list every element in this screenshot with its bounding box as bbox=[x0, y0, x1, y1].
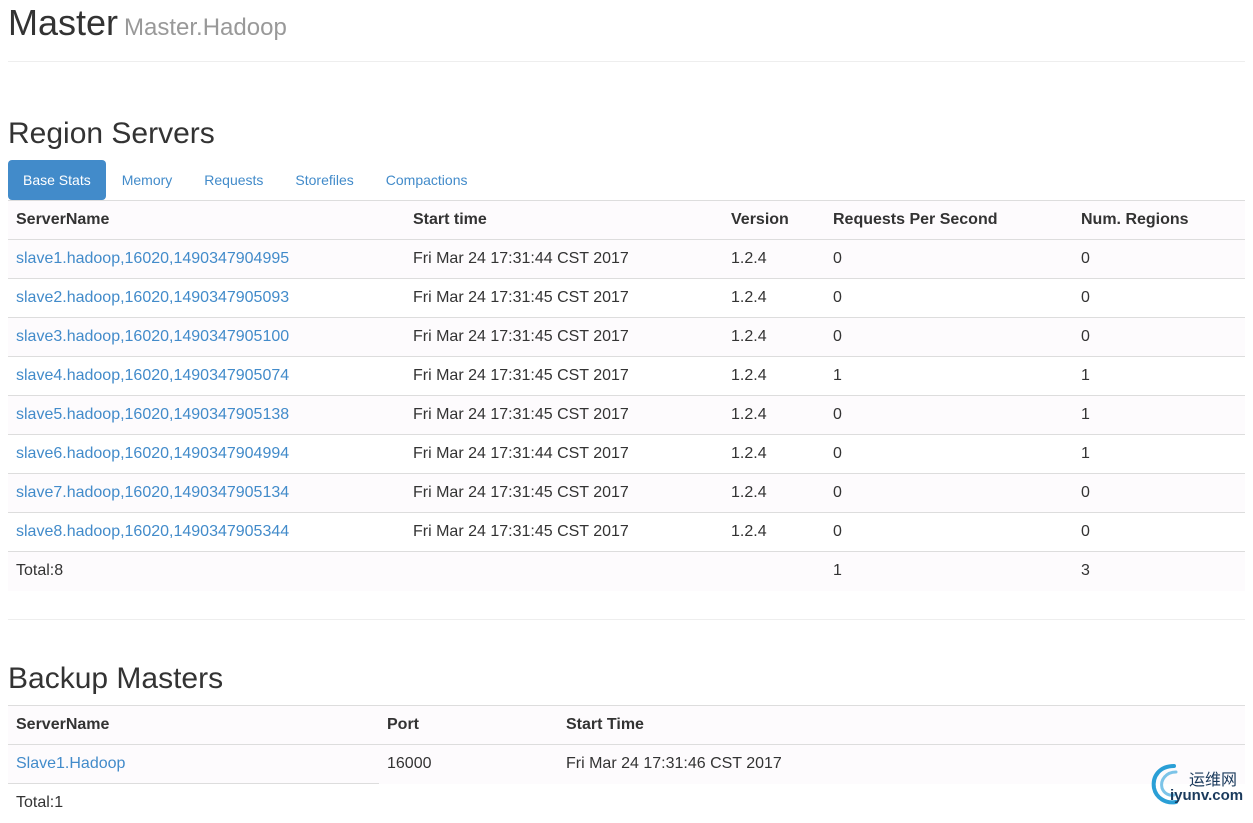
server-link[interactable]: slave1.hadoop,16020,1490347904995 bbox=[16, 250, 289, 267]
cell-num-regions: 0 bbox=[1073, 278, 1245, 318]
server-link[interactable]: slave5.hadoop,16020,1490347905138 bbox=[16, 406, 289, 423]
column-header-start-time: Start time bbox=[405, 200, 723, 240]
cell-servername: slave7.hadoop,16020,1490347905134 bbox=[8, 473, 405, 513]
page-title: Master Master.Hadoop bbox=[8, 2, 287, 49]
table-row: slave6.hadoop,16020,1490347904994 Fri Ma… bbox=[8, 434, 1245, 474]
column-header-servername: ServerName bbox=[8, 200, 405, 240]
table-row: slave8.hadoop,16020,1490347905344 Fri Ma… bbox=[8, 512, 1245, 552]
cell-requests-per-second: 0 bbox=[825, 395, 1073, 435]
tab-base-stats[interactable]: Base Stats bbox=[8, 160, 106, 200]
cell-servername: Slave1.Hadoop bbox=[8, 744, 379, 784]
server-link[interactable]: slave6.hadoop,16020,1490347904994 bbox=[16, 445, 289, 462]
cell-servername: slave8.hadoop,16020,1490347905344 bbox=[8, 512, 405, 552]
backup-masters-table: ServerName Port Start Time Slave1.Hadoop… bbox=[8, 705, 1245, 823]
column-header-port: Port bbox=[379, 705, 558, 745]
cell-servername: slave1.hadoop,16020,1490347904995 bbox=[8, 239, 405, 279]
cell-port: 16000 bbox=[379, 744, 558, 784]
cell-empty bbox=[379, 784, 558, 823]
cell-num-regions: 1 bbox=[1073, 434, 1245, 474]
region-servers-title: Region Servers bbox=[8, 117, 215, 150]
cell-num-regions: 0 bbox=[1073, 512, 1245, 552]
server-link[interactable]: slave7.hadoop,16020,1490347905134 bbox=[16, 484, 289, 501]
region-servers-table: ServerName Start time Version Requests P… bbox=[8, 200, 1245, 591]
cell-num-regions: 1 bbox=[1073, 395, 1245, 435]
table-header-row: ServerName Start time Version Requests P… bbox=[8, 200, 1245, 240]
cell-servername: slave4.hadoop,16020,1490347905074 bbox=[8, 356, 405, 396]
cell-start-time: Fri Mar 24 17:31:45 CST 2017 bbox=[405, 395, 723, 435]
section-divider bbox=[8, 619, 1245, 620]
master-title: Master bbox=[8, 2, 119, 43]
table-row: slave2.hadoop,16020,1490347905093 Fri Ma… bbox=[8, 278, 1245, 318]
cell-version: 1.2.4 bbox=[723, 434, 825, 474]
cell-empty bbox=[558, 784, 1245, 823]
cell-version: 1.2.4 bbox=[723, 512, 825, 552]
table-row: Slave1.Hadoop 16000 Fri Mar 24 17:31:46 … bbox=[8, 744, 1245, 784]
server-link[interactable]: slave3.hadoop,16020,1490347905100 bbox=[16, 328, 289, 345]
cell-version: 1.2.4 bbox=[723, 239, 825, 279]
cell-start-time: Fri Mar 24 17:31:45 CST 2017 bbox=[405, 278, 723, 318]
page-container: Master Master.Hadoop Region Servers Base … bbox=[8, 0, 1245, 823]
cell-num-regions: 1 bbox=[1073, 356, 1245, 396]
server-link[interactable]: slave8.hadoop,16020,1490347905344 bbox=[16, 523, 289, 540]
cell-servername: slave5.hadoop,16020,1490347905138 bbox=[8, 395, 405, 435]
cell-requests-per-second: 0 bbox=[825, 317, 1073, 357]
master-hostname: Master.Hadoop bbox=[124, 14, 287, 41]
table-header-row: ServerName Port Start Time bbox=[8, 705, 1245, 745]
cell-version: 1.2.4 bbox=[723, 395, 825, 435]
backup-masters-title: Backup Masters bbox=[8, 662, 224, 695]
cell-version: 1.2.4 bbox=[723, 317, 825, 357]
cell-version: 1.2.4 bbox=[723, 356, 825, 396]
cell-total-label: Total:1 bbox=[8, 783, 379, 823]
cell-requests-per-second: 0 bbox=[825, 473, 1073, 513]
cell-num-regions: 0 bbox=[1073, 473, 1245, 513]
cell-start-time: Fri Mar 24 17:31:44 CST 2017 bbox=[405, 239, 723, 279]
cell-servername: slave6.hadoop,16020,1490347904994 bbox=[8, 434, 405, 474]
cell-start-time: Fri Mar 24 17:31:45 CST 2017 bbox=[405, 473, 723, 513]
cell-start-time: Fri Mar 24 17:31:44 CST 2017 bbox=[405, 434, 723, 474]
watermark-logo: 运维网 iyunv.com bbox=[1148, 762, 1253, 810]
column-header-version: Version bbox=[723, 200, 825, 240]
table-row: slave5.hadoop,16020,1490347905138 Fri Ma… bbox=[8, 395, 1245, 435]
cell-start-time: Fri Mar 24 17:31:45 CST 2017 bbox=[405, 317, 723, 357]
cell-requests-per-second: 0 bbox=[825, 512, 1073, 552]
tab-compactions[interactable]: Compactions bbox=[370, 160, 484, 200]
cell-servername: slave2.hadoop,16020,1490347905093 bbox=[8, 278, 405, 318]
cell-num-regions: 0 bbox=[1073, 239, 1245, 279]
server-link[interactable]: slave2.hadoop,16020,1490347905093 bbox=[16, 289, 289, 306]
tab-requests[interactable]: Requests bbox=[188, 160, 279, 200]
page-header: Master Master.Hadoop bbox=[8, 0, 1245, 62]
table-row: slave4.hadoop,16020,1490347905074 Fri Ma… bbox=[8, 356, 1245, 396]
cell-version: 1.2.4 bbox=[723, 473, 825, 513]
cell-version: 1.2.4 bbox=[723, 278, 825, 318]
cell-total-label: Total:8 bbox=[8, 551, 405, 591]
cell-empty bbox=[723, 551, 825, 591]
column-header-servername: ServerName bbox=[8, 705, 379, 745]
cell-total-requests: 1 bbox=[825, 551, 1073, 591]
cell-start-time: Fri Mar 24 17:31:46 CST 2017 bbox=[558, 744, 1245, 784]
cell-requests-per-second: 0 bbox=[825, 434, 1073, 474]
column-header-start-time: Start Time bbox=[558, 705, 1245, 745]
tab-storefiles[interactable]: Storefiles bbox=[279, 160, 369, 200]
cell-num-regions: 0 bbox=[1073, 317, 1245, 357]
table-total-row: Total:1 bbox=[8, 783, 1245, 823]
cell-requests-per-second: 0 bbox=[825, 278, 1073, 318]
watermark-en-text: iyunv.com bbox=[1170, 787, 1244, 804]
table-row: slave1.hadoop,16020,1490347904995 Fri Ma… bbox=[8, 239, 1245, 279]
column-header-requests-per-second: Requests Per Second bbox=[825, 200, 1073, 240]
table-row: slave7.hadoop,16020,1490347905134 Fri Ma… bbox=[8, 473, 1245, 513]
cell-start-time: Fri Mar 24 17:31:45 CST 2017 bbox=[405, 356, 723, 396]
cell-empty bbox=[405, 551, 723, 591]
server-link[interactable]: slave4.hadoop,16020,1490347905074 bbox=[16, 367, 289, 384]
cell-servername: slave3.hadoop,16020,1490347905100 bbox=[8, 317, 405, 357]
backup-master-link[interactable]: Slave1.Hadoop bbox=[16, 755, 125, 772]
cell-requests-per-second: 0 bbox=[825, 239, 1073, 279]
table-total-row: Total:8 1 3 bbox=[8, 551, 1245, 591]
region-servers-tabs: Base Stats Memory Requests Storefiles Co… bbox=[8, 160, 483, 200]
cell-total-regions: 3 bbox=[1073, 551, 1245, 591]
cell-start-time: Fri Mar 24 17:31:45 CST 2017 bbox=[405, 512, 723, 552]
cell-requests-per-second: 1 bbox=[825, 356, 1073, 396]
tab-memory[interactable]: Memory bbox=[106, 160, 189, 200]
table-row: slave3.hadoop,16020,1490347905100 Fri Ma… bbox=[8, 317, 1245, 357]
column-header-num-regions: Num. Regions bbox=[1073, 200, 1245, 240]
